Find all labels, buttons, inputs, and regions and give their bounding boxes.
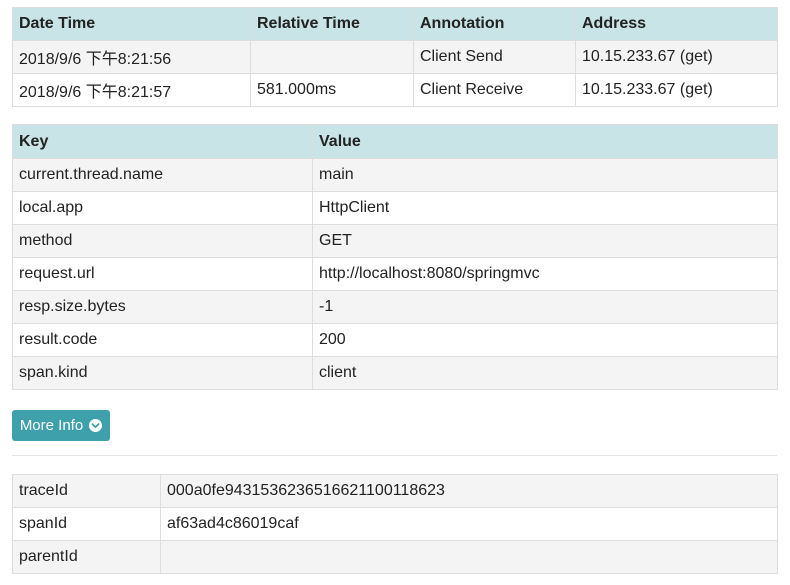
id-value: 000a0fe94315362365166211001186​23 bbox=[160, 474, 778, 508]
tags-header-row: Key Value bbox=[12, 124, 778, 159]
tag-key: resp.size.bytes bbox=[12, 290, 313, 324]
section-divider bbox=[12, 455, 777, 456]
annotation-address: 10.15.233.67 (get) bbox=[575, 73, 778, 107]
annotation-date-time: 2018/9/6 下午8:21:56 bbox=[12, 40, 251, 74]
tag-row: result.code 200 bbox=[12, 323, 778, 357]
id-value bbox=[160, 540, 778, 574]
tag-value: http://localhost:8080/springmvc bbox=[312, 257, 778, 291]
column-header-address: Address bbox=[575, 7, 778, 41]
annotation-relative-time: 581.000ms bbox=[250, 73, 414, 107]
more-info-button[interactable]: More Info bbox=[12, 410, 110, 441]
id-row: spanId af63ad4c86019caf bbox=[12, 507, 778, 541]
id-key: traceId bbox=[12, 474, 161, 508]
tag-key: result.code bbox=[12, 323, 313, 357]
column-header-annotation: Annotation bbox=[413, 7, 576, 41]
column-header-key: Key bbox=[12, 124, 313, 159]
tag-value: GET bbox=[312, 224, 778, 258]
id-key: parentId bbox=[12, 540, 161, 574]
tag-value: 200 bbox=[312, 323, 778, 357]
tag-key: span.kind bbox=[12, 356, 313, 390]
tag-key: current.thread.name bbox=[12, 158, 313, 192]
more-info-label: More Info bbox=[19, 417, 84, 434]
tags-table: Key Value current.thread.name main local… bbox=[12, 124, 778, 390]
annotation-row: 2018/9/6 下午8:21:57 581.000ms Client Rece… bbox=[12, 73, 778, 107]
tag-value: main bbox=[312, 158, 778, 192]
id-key: spanId bbox=[12, 507, 161, 541]
tag-value: client bbox=[312, 356, 778, 390]
id-row: parentId bbox=[12, 540, 778, 574]
chevron-circle-down-icon bbox=[89, 419, 103, 432]
annotations-table: Date Time Relative Time Annotation Addre… bbox=[12, 7, 778, 107]
id-row: traceId 000a0fe94315362365166211001186​2… bbox=[12, 474, 778, 508]
tag-row: current.thread.name main bbox=[12, 158, 778, 192]
annotation-value: Client Send bbox=[413, 40, 576, 74]
tag-value: -1 bbox=[312, 290, 778, 324]
annotation-value: Client Receive bbox=[413, 73, 576, 107]
tag-row: span.kind client bbox=[12, 356, 778, 390]
column-header-date-time: Date Time bbox=[12, 7, 251, 41]
column-header-value: Value bbox=[312, 124, 778, 159]
annotation-address: 10.15.233.67 (get) bbox=[575, 40, 778, 74]
tag-key: method bbox=[12, 224, 313, 258]
id-value: af63ad4c86019caf bbox=[160, 507, 778, 541]
tag-row: resp.size.bytes -1 bbox=[12, 290, 778, 324]
tag-key: request.url bbox=[12, 257, 313, 291]
tag-row: local.app HttpClient bbox=[12, 191, 778, 225]
annotation-row: 2018/9/6 下午8:21:56 Client Send 10.15.233… bbox=[12, 40, 778, 74]
annotation-relative-time bbox=[250, 40, 414, 74]
tag-value: HttpClient bbox=[312, 191, 778, 225]
tag-key: local.app bbox=[12, 191, 313, 225]
annotation-date-time: 2018/9/6 下午8:21:57 bbox=[12, 73, 251, 107]
tag-row: method GET bbox=[12, 224, 778, 258]
column-header-relative-time: Relative Time bbox=[250, 7, 414, 41]
tag-row: request.url http://localhost:8080/spring… bbox=[12, 257, 778, 291]
annotations-header-row: Date Time Relative Time Annotation Addre… bbox=[12, 7, 778, 41]
ids-table: traceId 000a0fe94315362365166211001186​2… bbox=[12, 474, 778, 574]
